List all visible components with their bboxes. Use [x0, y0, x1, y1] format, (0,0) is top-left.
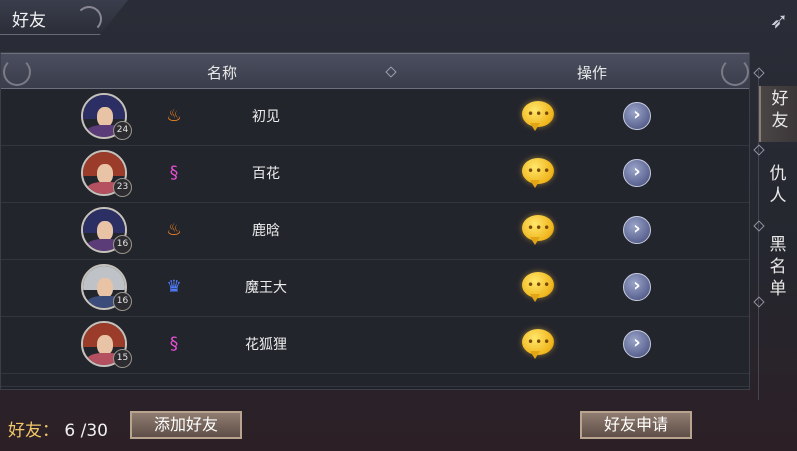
friend-name: 魔王大 — [245, 280, 287, 296]
avatar-face — [97, 107, 113, 127]
close-icon[interactable]: ➶ — [764, 10, 794, 34]
avatar-face — [97, 164, 113, 184]
faction-icon: ♨ — [166, 106, 182, 126]
ornament-icon — [76, 6, 102, 32]
avatar-face — [97, 221, 113, 241]
level-badge: 24 — [113, 121, 132, 140]
faction-icon: ♛ — [166, 277, 182, 297]
friend-requests-button[interactable]: 好友申请 — [580, 411, 692, 439]
friend-count-label: 好友： — [8, 421, 59, 441]
chat-bubble-icon[interactable]: ••• — [522, 329, 554, 359]
table-header: 名称 操作 — [1, 53, 749, 89]
friend-name: 初见 — [252, 109, 280, 125]
chevron-right-icon[interactable]: › — [623, 273, 651, 301]
table-row[interactable]: 16 ♛ 魔王大 ••• › — [1, 260, 749, 317]
table-row[interactable]: 15 § 花狐狸 ••• › — [1, 317, 749, 374]
tab-blacklist[interactable]: 黑 名 单 — [759, 234, 797, 302]
add-friend-button[interactable]: 添加好友 — [130, 411, 242, 439]
friend-name: 百花 — [252, 166, 280, 182]
chevron-right-icon[interactable]: › — [623, 102, 651, 130]
diamond-icon — [753, 144, 765, 156]
table-row[interactable]: 24 ♨ 初见 ••• › — [1, 89, 749, 146]
chat-bubble-icon[interactable]: ••• — [522, 215, 554, 245]
dots-icon: ••• — [527, 278, 552, 292]
dots-icon: ••• — [527, 221, 552, 235]
friend-count-value: 6 /30 — [64, 421, 108, 441]
chevron-right-icon[interactable]: › — [623, 330, 651, 358]
level-badge: 15 — [113, 349, 132, 368]
chevron-right-icon[interactable]: › — [623, 216, 651, 244]
diamond-icon — [753, 67, 765, 79]
chat-bubble-icon[interactable]: ••• — [522, 101, 554, 131]
avatar-face — [97, 278, 113, 298]
tab-friends[interactable]: 好 友 — [759, 86, 797, 142]
tab-enemies[interactable]: 仇 人 — [759, 163, 797, 211]
bubble-tail — [530, 180, 540, 188]
column-header-action: 操作 — [577, 64, 608, 82]
faction-icon: § — [169, 163, 179, 183]
column-header-name: 名称 — [207, 64, 238, 82]
chat-bubble-icon[interactable]: ••• — [522, 272, 554, 302]
friend-count: 好友： 6 /30 — [8, 416, 108, 441]
diamond-icon — [385, 66, 397, 78]
header-ornament-icon — [3, 58, 31, 86]
bubble-tail — [530, 294, 540, 302]
dots-icon: ••• — [527, 164, 552, 178]
tab-friends-label: 好 友 — [771, 89, 789, 131]
dots-icon: ••• — [527, 335, 552, 349]
faction-icon: ♨ — [166, 220, 182, 240]
faction-icon: § — [169, 334, 179, 354]
table-row[interactable]: 16 ♨ 鹿晗 ••• › — [1, 203, 749, 260]
tab-blacklist-label: 黑 名 单 — [769, 235, 787, 299]
friend-list-panel: 名称 操作 24 ♨ 初见 ••• › 23 § 百花 ••• › 16 ♨ 鹿晗 ••• › 16 ♛ 魔王大 •… — [0, 52, 750, 390]
level-badge: 16 — [113, 235, 132, 254]
bubble-tail — [530, 351, 540, 359]
table-row[interactable]: 23 § 百花 ••• › — [1, 146, 749, 203]
header-ornament-icon — [721, 58, 749, 86]
chevron-right-icon[interactable]: › — [623, 159, 651, 187]
chat-bubble-icon[interactable]: ••• — [522, 158, 554, 188]
level-badge: 23 — [113, 178, 132, 197]
friend-name: 花狐狸 — [245, 337, 287, 353]
tab-enemies-label: 仇 人 — [769, 164, 787, 206]
level-badge: 16 — [113, 292, 132, 311]
table-row-partial — [1, 374, 749, 387]
bubble-tail — [530, 123, 540, 131]
diamond-icon — [753, 220, 765, 232]
friend-name: 鹿晗 — [252, 223, 280, 239]
window-title: 好友 — [12, 11, 46, 31]
bubble-tail — [530, 237, 540, 245]
dots-icon: ••• — [527, 107, 552, 121]
avatar-face — [97, 335, 113, 355]
